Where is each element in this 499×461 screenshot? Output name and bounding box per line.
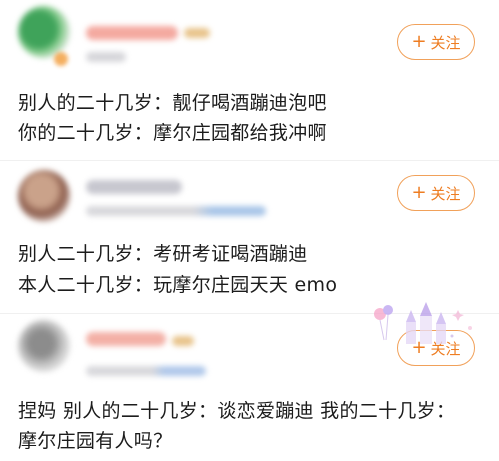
verified-badge-icon [54, 52, 68, 66]
comment-text-line: 捏妈 别人的二十几岁：谈恋爱蹦迪 我的二十几岁： [18, 400, 456, 422]
follow-label: 关注 [430, 33, 461, 52]
avatar[interactable] [18, 320, 70, 372]
castle-balloon-decoration-icon [374, 302, 472, 344]
user-badge-blurred [184, 28, 210, 38]
follow-label: 关注 [430, 184, 461, 203]
comment-text-line: 本人二十几岁：玩摩尔庄园天天 emo [18, 274, 338, 296]
username-blurred[interactable] [86, 332, 166, 346]
avatar[interactable] [18, 170, 70, 222]
follow-button[interactable]: + 关注 [397, 24, 475, 60]
user-badge-blurred [172, 336, 194, 346]
username-blurred[interactable] [86, 26, 178, 40]
plus-icon: + [411, 30, 427, 52]
avatar[interactable] [18, 6, 70, 58]
comment-text-line: 摩尔庄园有人吗？ [18, 430, 173, 452]
post-meta-blurred [86, 206, 266, 216]
follow-button[interactable]: + 关注 [397, 175, 475, 211]
post-meta-blurred [86, 52, 126, 62]
comment-text-line: 别人二十几岁：考研考证喝酒蹦迪 [18, 243, 308, 265]
comment-text-line: 你的二十几岁：摩尔庄园都给我冲啊 [18, 122, 327, 144]
comment-text-line: 别人的二十几岁：靓仔喝酒蹦迪泡吧 [18, 92, 327, 114]
plus-icon: + [411, 181, 427, 203]
username-blurred[interactable] [86, 180, 182, 194]
post-meta-blurred [86, 366, 206, 376]
